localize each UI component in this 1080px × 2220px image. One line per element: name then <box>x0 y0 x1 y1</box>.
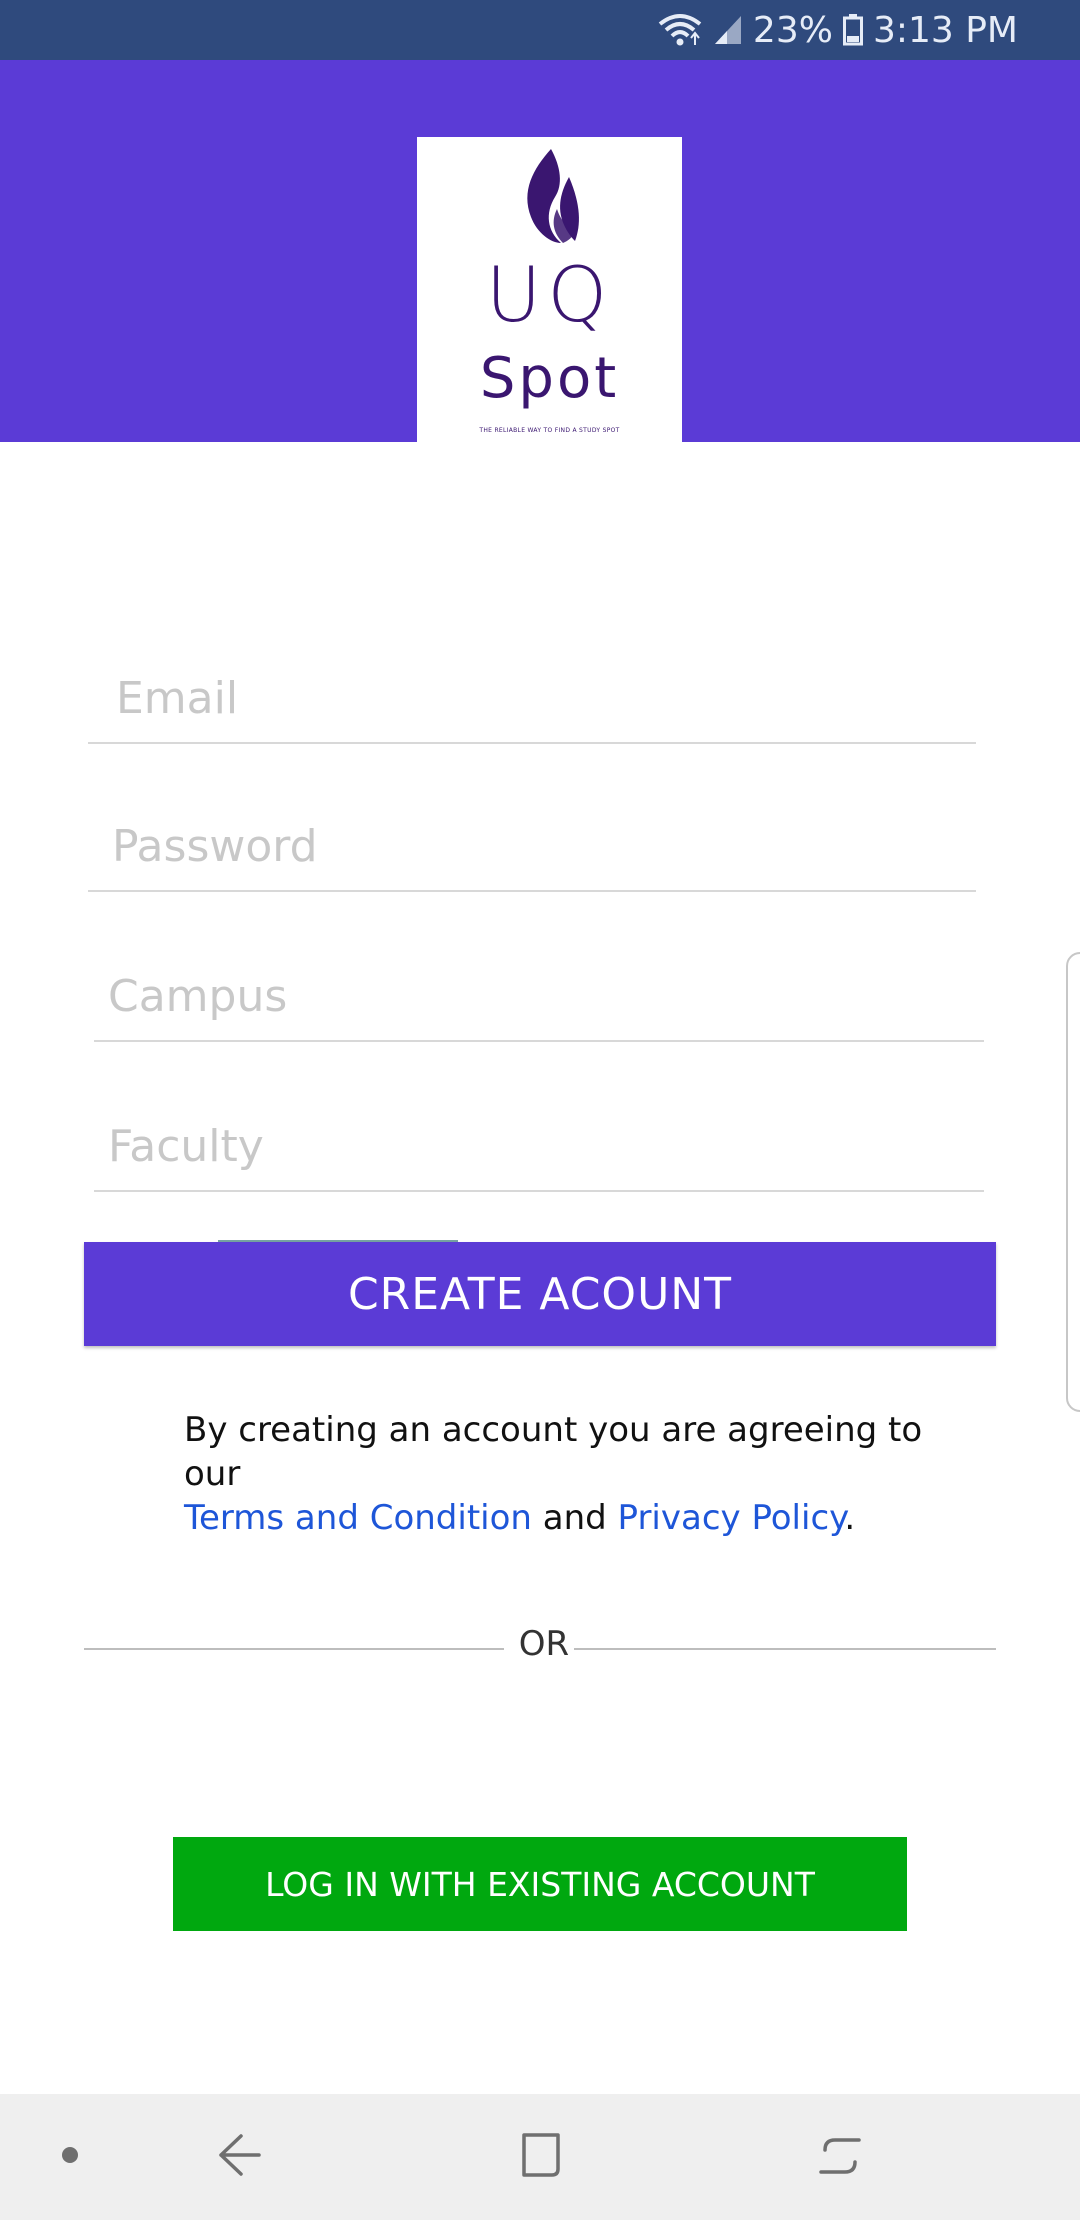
nav-dot-button[interactable] <box>30 2094 110 2220</box>
nav-recents-button[interactable] <box>790 2094 890 2220</box>
create-account-button[interactable]: CREATE ACOUNT <box>84 1242 996 1346</box>
wifi-icon <box>657 12 703 48</box>
recents-icon <box>815 2130 865 2184</box>
edge-panel-handle[interactable] <box>1066 952 1080 1412</box>
header-banner: UQ Spot THE RELIABLE WAY TO FIND A STUDY… <box>0 60 1080 457</box>
signal-icon <box>713 14 743 46</box>
status-icons: 23% 3:13 PM <box>657 0 1018 60</box>
login-existing-account-button[interactable]: LOG IN WITH EXISTING ACCOUNT <box>173 1837 907 1931</box>
nav-back-button[interactable] <box>190 2094 290 2220</box>
logo-tagline: THE RELIABLE WAY TO FIND A STUDY SPOT <box>479 427 620 434</box>
terms-prefix: By creating an account you are agreeing … <box>184 1410 923 1494</box>
divider-line-left <box>84 1648 504 1650</box>
battery-icon <box>842 14 863 46</box>
dot-icon <box>60 2145 80 2169</box>
or-divider: OR <box>84 1620 996 1670</box>
terms-link[interactable]: Terms and Condition <box>184 1498 532 1538</box>
logo-uq-text: UQ <box>485 250 614 339</box>
nav-home-button[interactable] <box>490 2094 590 2220</box>
uq-spot-logo: UQ Spot THE RELIABLE WAY TO FIND A STUDY… <box>417 137 682 457</box>
logo-spot-text: Spot <box>479 346 620 411</box>
campus-input[interactable] <box>108 971 984 1022</box>
flame-icon <box>527 149 579 243</box>
terms-suffix: . <box>844 1498 856 1538</box>
home-icon <box>516 2131 564 2183</box>
divider-line-right <box>574 1648 996 1650</box>
password-field[interactable] <box>88 800 976 892</box>
terms-text: By creating an account you are agreeing … <box>184 1408 984 1540</box>
signup-screen: 23% 3:13 PM UQ Spot THE RELIABLE WAY TO … <box>0 0 1080 2220</box>
email-field[interactable] <box>88 652 976 744</box>
battery-percent: 23% <box>752 9 833 51</box>
privacy-link[interactable]: Privacy Policy <box>618 1498 845 1538</box>
status-bar: 23% 3:13 PM <box>0 0 1080 60</box>
campus-field[interactable] <box>94 950 984 1042</box>
back-icon <box>215 2130 265 2184</box>
faculty-input[interactable] <box>108 1121 984 1172</box>
email-input[interactable] <box>116 673 976 724</box>
terms-and: and <box>531 1498 618 1538</box>
navigation-bar <box>0 2094 1080 2220</box>
clock: 3:13 PM <box>872 9 1018 51</box>
or-label: OR <box>518 1624 570 1664</box>
password-input[interactable] <box>112 821 976 872</box>
faculty-field[interactable] <box>94 1100 984 1192</box>
